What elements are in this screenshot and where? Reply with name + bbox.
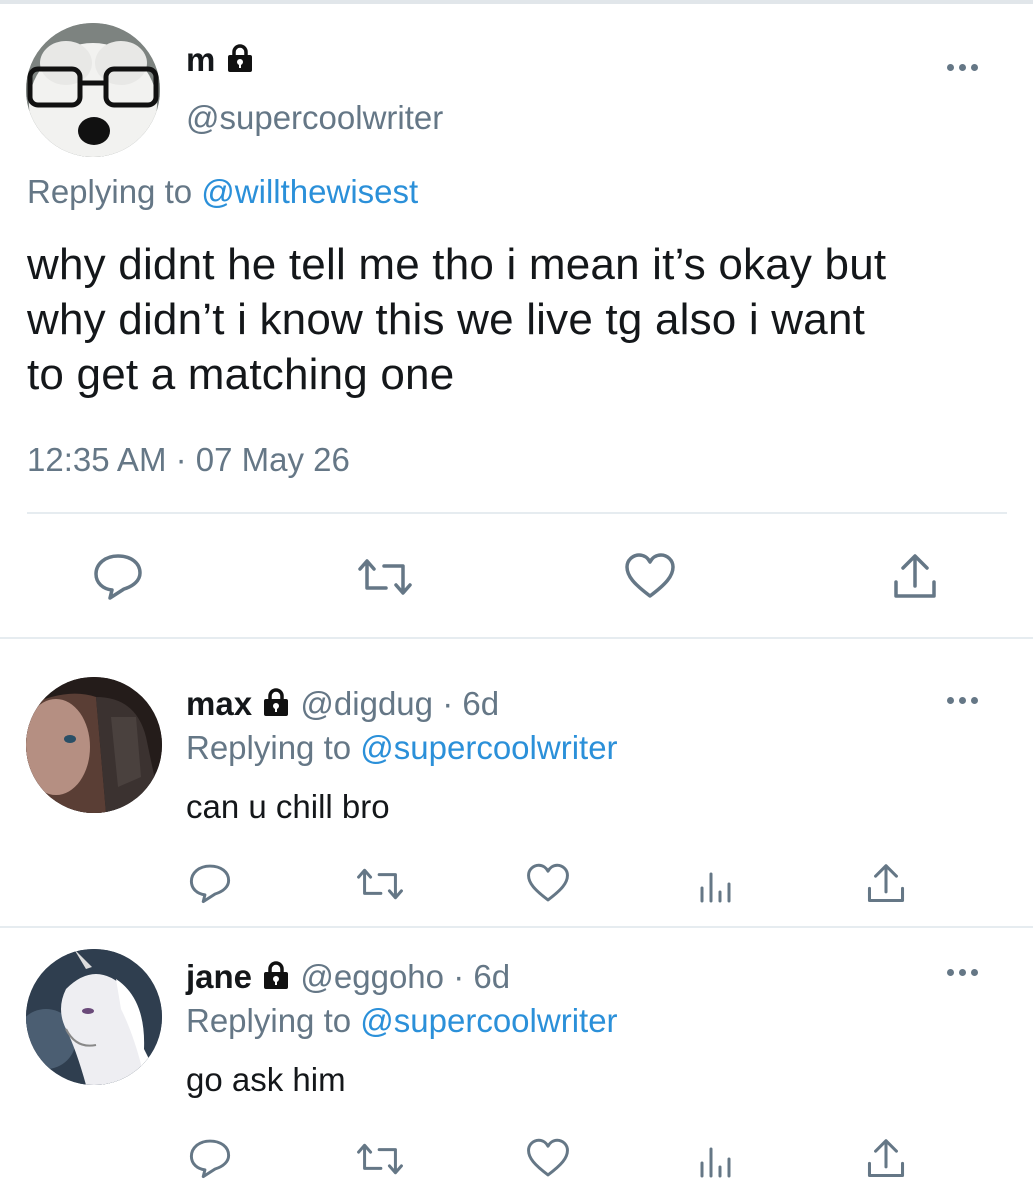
reply-icon[interactable] xyxy=(188,1137,232,1179)
reply-text: can u chill bro xyxy=(186,788,390,825)
lock-icon xyxy=(225,42,255,82)
like-icon[interactable] xyxy=(526,1137,570,1179)
lock-icon xyxy=(261,959,291,999)
main-tweet-handle[interactable]: @supercoolwriter xyxy=(186,98,443,138)
analytics-icon[interactable] xyxy=(697,1139,737,1179)
panda-glasses-avatar xyxy=(26,23,160,157)
top-border xyxy=(0,0,1033,4)
more-icon[interactable] xyxy=(947,697,978,704)
reply-name[interactable]: max xyxy=(186,685,252,722)
reply-handle[interactable]: @digdug xyxy=(300,685,433,722)
reply-age: · 6d xyxy=(453,958,511,995)
reply-icon[interactable] xyxy=(92,552,144,600)
divider xyxy=(0,637,1033,639)
unicorn-avatar xyxy=(26,949,162,1085)
reply-header: max @digdug · 6d xyxy=(186,684,499,726)
like-icon[interactable] xyxy=(526,862,570,904)
main-tweet-text-line: why didnt he tell me tho i mean it’s oka… xyxy=(27,240,887,289)
share-icon[interactable] xyxy=(866,862,906,906)
reply-icon[interactable] xyxy=(188,862,232,904)
retweet-icon[interactable] xyxy=(355,1141,405,1177)
reply-name[interactable]: jane xyxy=(186,958,252,995)
replying-prefix: Replying to xyxy=(186,1002,352,1039)
more-icon[interactable] xyxy=(947,969,978,976)
main-tweet-timestamp: 12:35 AM · 07 May 26 xyxy=(27,441,350,478)
main-tweet-name-row: m xyxy=(186,40,255,82)
main-tweet-text-line: why didn’t i know this we live tg also i… xyxy=(27,295,866,344)
main-tweet-name[interactable]: m xyxy=(186,41,215,78)
reply-handle[interactable]: @eggoho xyxy=(300,958,444,995)
main-tweet-replying-row: Replying to @willthewisest xyxy=(27,172,418,212)
replying-to-link[interactable]: @willthewisest xyxy=(201,173,418,210)
retweet-icon[interactable] xyxy=(355,866,405,902)
divider xyxy=(0,926,1033,928)
analytics-icon[interactable] xyxy=(697,864,737,904)
reply-replying-row: Replying to @supercoolwriter xyxy=(186,1001,618,1041)
share-icon[interactable] xyxy=(892,552,938,602)
reply-text: go ask him xyxy=(186,1061,346,1098)
replying-prefix: Replying to xyxy=(186,729,352,766)
reply-avatar[interactable] xyxy=(26,677,162,813)
reply-age: · 6d xyxy=(442,685,500,722)
replying-prefix: Replying to xyxy=(27,173,193,210)
reply-avatar[interactable] xyxy=(26,949,162,1085)
share-icon[interactable] xyxy=(866,1137,906,1181)
replying-to-link[interactable]: @supercoolwriter xyxy=(360,1002,617,1039)
lock-icon xyxy=(261,686,291,726)
retweet-icon[interactable] xyxy=(356,556,414,598)
person-avatar xyxy=(26,677,162,813)
main-tweet-text: why didnt he tell me tho i mean it’s oka… xyxy=(27,237,886,402)
main-tweet-text-line: to get a matching one xyxy=(27,350,455,399)
like-icon[interactable] xyxy=(624,552,676,600)
reply-replying-row: Replying to @supercoolwriter xyxy=(186,728,618,768)
replying-to-link[interactable]: @supercoolwriter xyxy=(360,729,617,766)
main-tweet-avatar[interactable] xyxy=(26,23,160,157)
reply-header: jane @eggoho · 6d xyxy=(186,957,510,999)
divider xyxy=(27,512,1007,514)
more-icon[interactable] xyxy=(947,64,978,71)
